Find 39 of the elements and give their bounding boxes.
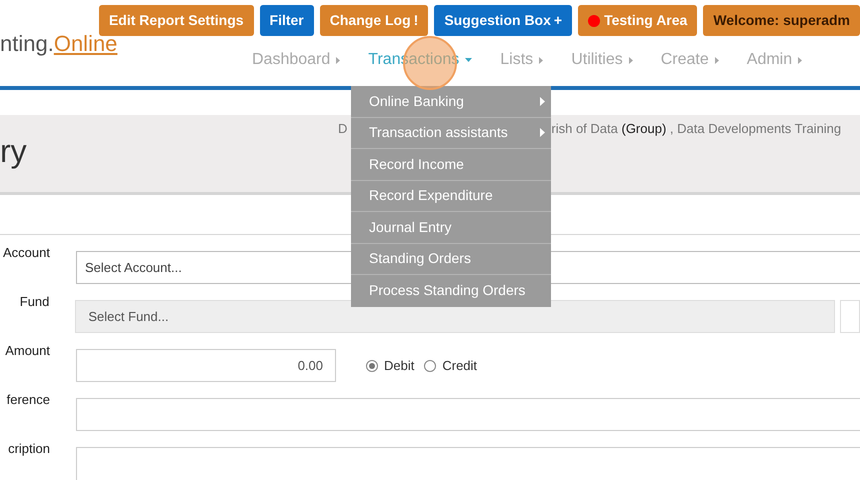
field-label: Account <box>2 245 50 261</box>
nav-link[interactable]: Lists <box>500 48 544 72</box>
field-label: ference <box>6 392 50 408</box>
caret-right-icon <box>540 128 545 138</box>
top-button[interactable]: Welcome: superadm <box>703 5 860 36</box>
nav-link[interactable]: Admin <box>746 48 802 72</box>
fund-select[interactable]: Select Fund... <box>75 300 836 333</box>
nav-link[interactable]: Utilities <box>571 48 633 72</box>
reference-field[interactable] <box>76 398 860 431</box>
field-label: cription <box>7 441 50 457</box>
page-title: ry <box>0 132 28 171</box>
caret-right-icon <box>540 96 545 106</box>
menu-item[interactable]: Journal Entry <box>351 212 551 244</box>
top-button[interactable]: Testing Area <box>578 5 698 36</box>
top-button[interactable]: Suggestion Box + <box>434 5 572 36</box>
radio-option[interactable]: Debit <box>366 356 414 376</box>
fund-side-button[interactable] <box>840 300 860 333</box>
caret-right-icon <box>336 56 340 64</box>
field-label: Fund <box>18 294 50 310</box>
nav-link[interactable]: Create <box>660 48 719 72</box>
nav-link[interactable]: Dashboard <box>252 48 340 72</box>
menu-item[interactable]: Record Expenditure <box>351 180 551 212</box>
top-button[interactable]: Filter <box>260 5 314 36</box>
caret-right-icon <box>798 56 802 64</box>
top-button[interactable]: Change Log ! <box>320 5 428 36</box>
caret-right-icon <box>714 56 719 64</box>
amount-field[interactable]: 0.00 <box>76 349 336 382</box>
top-button[interactable]: Edit Report Settings <box>98 5 254 36</box>
caret-right-icon <box>539 56 544 64</box>
breadcrumb-text: D <box>338 120 348 138</box>
menu-item[interactable]: Standing Orders <box>351 244 551 275</box>
menu-item[interactable]: Transaction assistants <box>351 118 551 149</box>
breadcrumb-text: rish of Data (Group) , Data Developments Training <box>551 120 842 138</box>
field-label: Amount <box>4 343 50 359</box>
caret-down-icon <box>465 58 472 62</box>
caret-right-icon <box>628 56 633 64</box>
menu-item[interactable]: Record Income <box>351 149 551 180</box>
menu-item[interactable]: Online Banking <box>351 86 551 118</box>
radio-option[interactable]: Credit <box>424 356 478 376</box>
